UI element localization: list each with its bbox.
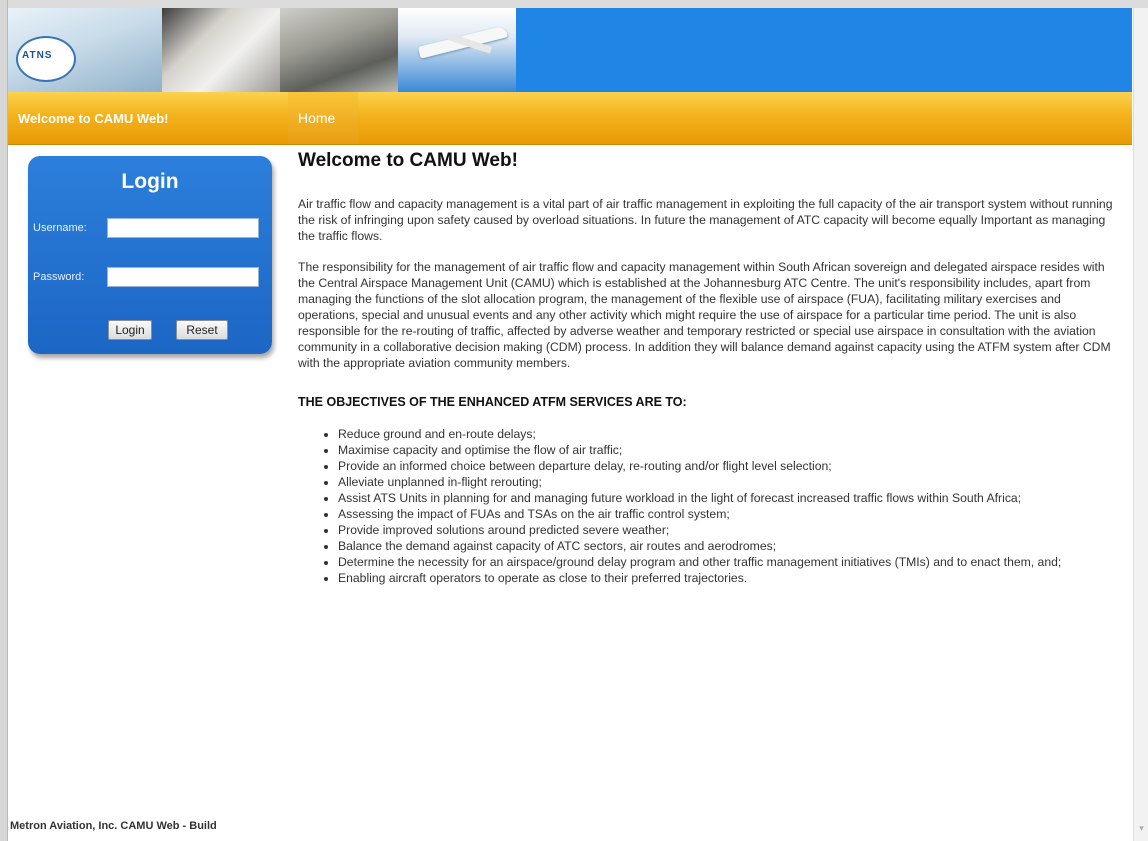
login-panel: Login Username: Password: Login Reset (28, 156, 272, 354)
password-label: Password: (33, 271, 85, 283)
username-field[interactable] (107, 218, 259, 238)
nav-bar: Welcome to CAMU Web! Home (8, 92, 1132, 145)
list-item: Enabling aircraft operators to operate a… (338, 570, 1118, 586)
list-item: Provide improved solutions around predic… (338, 522, 1118, 538)
password-field[interactable] (107, 267, 259, 287)
vertical-scrollbar[interactable]: ▾ (1133, 8, 1148, 841)
username-label: Username: (33, 222, 87, 234)
scroll-down-arrow-icon[interactable]: ▾ (1137, 823, 1146, 833)
banner-photo-runway: ATNS (8, 8, 162, 92)
airplane-icon (417, 20, 514, 60)
login-button[interactable]: Login (108, 320, 152, 340)
intro-paragraph: Air traffic flow and capacity management… (298, 197, 1113, 243)
objectives-heading: THE OBJECTIVES OF THE ENHANCED ATFM SERV… (298, 395, 687, 409)
tab-home-label: Home (298, 110, 336, 126)
banner-photo-handshake (162, 8, 280, 92)
list-item: Alleviate unplanned in-flight rerouting; (338, 474, 1118, 490)
tab-home[interactable]: Home (288, 92, 358, 144)
list-item: Maximise capacity and optimise the flow … (338, 442, 1118, 458)
responsibility-paragraph: The responsibility for the management of… (298, 260, 1111, 370)
reset-button[interactable]: Reset (176, 320, 228, 340)
header-banner: ATNS (8, 8, 1132, 92)
list-item: Provide an informed choice between depar… (338, 458, 1118, 474)
list-item: Reduce ground and en-route delays; (338, 426, 1118, 442)
window-frame-top (0, 0, 1148, 8)
atns-logo-text: ATNS (22, 50, 53, 61)
objectives-list: Reduce ground and en-route delays; Maxim… (298, 426, 1118, 586)
list-item: Balance the demand against capacity of A… (338, 538, 1118, 554)
list-item: Assist ATS Units in planning for and man… (338, 490, 1118, 506)
list-item: Determine the necessity for an airspace/… (338, 554, 1118, 570)
list-item: Assessing the impact of FUAs and TSAs on… (338, 506, 1118, 522)
page-title: Welcome to CAMU Web! (298, 150, 518, 171)
login-title: Login (121, 170, 179, 193)
banner-photo-control-room (280, 8, 398, 92)
window-frame-left (0, 0, 8, 841)
nav-brand[interactable]: Welcome to CAMU Web! (18, 111, 168, 126)
main-content: Welcome to CAMU Web! Air traffic flow an… (298, 148, 1118, 586)
footer-text: Metron Aviation, Inc. CAMU Web - Build (10, 820, 217, 832)
